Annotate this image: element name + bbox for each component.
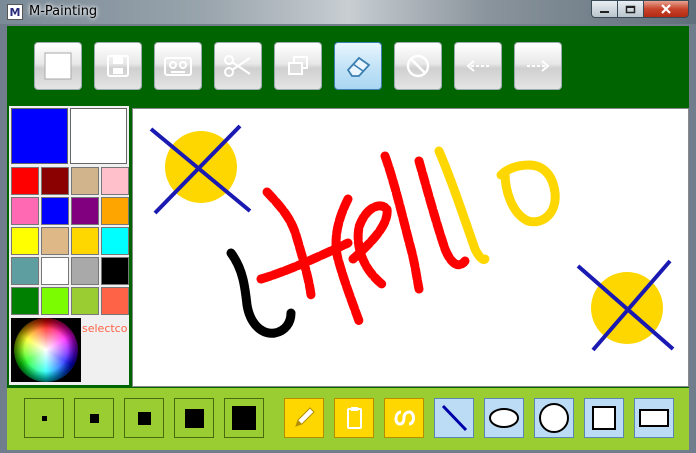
color-swatch[interactable] [41,227,69,255]
red-hello [256,151,470,326]
cancel-icon [406,54,430,78]
arrow-right-icon [527,60,550,72]
save-icon [107,55,129,77]
brush-size-3[interactable] [124,398,164,438]
close-button[interactable] [643,0,689,18]
cassette-icon [164,57,192,76]
cancel-button[interactable] [394,42,442,90]
arrow-left-icon [466,60,489,72]
square-icon [592,406,616,430]
color-swatch[interactable] [11,197,39,225]
cassette-button[interactable] [154,42,202,90]
copy-window-button[interactable] [274,42,322,90]
brush-size-5[interactable] [224,398,264,438]
minimize-icon [600,10,609,13]
color-swatch[interactable] [11,287,39,315]
brush-size-4[interactable] [174,398,214,438]
maximize-icon [625,5,636,13]
color-swatch[interactable] [41,287,69,315]
clipboard-button[interactable] [334,398,374,438]
new-button[interactable] [34,42,82,90]
color-swatch[interactable] [101,167,129,195]
color-swatch[interactable] [101,287,129,315]
size-dot-icon [137,411,151,425]
drawing-canvas[interactable] [132,108,689,387]
undo-button[interactable] [454,42,502,90]
color-wheel[interactable] [11,318,81,382]
color-swatch[interactable] [11,167,39,195]
save-button[interactable] [94,42,142,90]
color-swatch[interactable] [101,197,129,225]
size-dot-icon [184,408,204,428]
black-stroke [226,248,296,338]
eraser-button[interactable] [334,42,382,90]
secondary-color[interactable] [70,108,127,164]
rectangle-icon [639,409,669,427]
pencil-button[interactable] [284,398,324,438]
color-swatch[interactable] [41,167,69,195]
pencil-icon [295,407,315,427]
drawing-artwork [149,124,675,352]
square-tool-button[interactable] [584,398,624,438]
clipboard-icon [347,407,362,429]
size-dot-icon [41,415,47,421]
color-swatch[interactable] [71,227,99,255]
yellow-strokes [434,146,560,264]
color-swatch[interactable] [11,227,39,255]
script-tool-icon [394,410,415,426]
primary-color[interactable] [11,108,68,164]
color-swatch[interactable] [101,257,129,285]
copy-window-icon [288,56,308,75]
color-swatch[interactable] [11,257,39,285]
brush-size-1[interactable] [24,398,64,438]
eraser-icon [346,56,371,77]
color-swatch[interactable] [71,287,99,315]
circle-tool-button[interactable] [534,398,574,438]
ellipse-tool-button[interactable] [484,398,524,438]
rectangle-tool-button[interactable] [634,398,674,438]
title-bar: M M-Painting [0,0,696,24]
size-dot-icon [89,413,99,423]
color-swatch[interactable] [71,257,99,285]
ellipse-icon [489,408,519,428]
color-swatch[interactable] [101,227,129,255]
app-icon: M [7,4,23,20]
cut-button[interactable] [214,42,262,90]
color-swatch[interactable] [41,197,69,225]
color-swatch[interactable] [71,167,99,195]
size-dot-icon [232,406,256,430]
redo-button[interactable] [514,42,562,90]
circle-icon [539,403,569,433]
color-swatch[interactable] [41,257,69,285]
color-swatch[interactable] [71,197,99,225]
script-tool-button[interactable] [384,398,424,438]
minimize-button[interactable] [591,0,618,18]
close-icon [661,4,671,14]
select-color-label[interactable]: selectcolor [82,322,128,335]
brush-size-2[interactable] [74,398,114,438]
new-icon [44,52,72,80]
window-title: M-Painting [29,4,98,19]
line-icon [441,404,468,432]
cut-icon [224,55,251,77]
line-tool-button[interactable] [434,398,474,438]
maximize-button[interactable] [617,0,644,18]
